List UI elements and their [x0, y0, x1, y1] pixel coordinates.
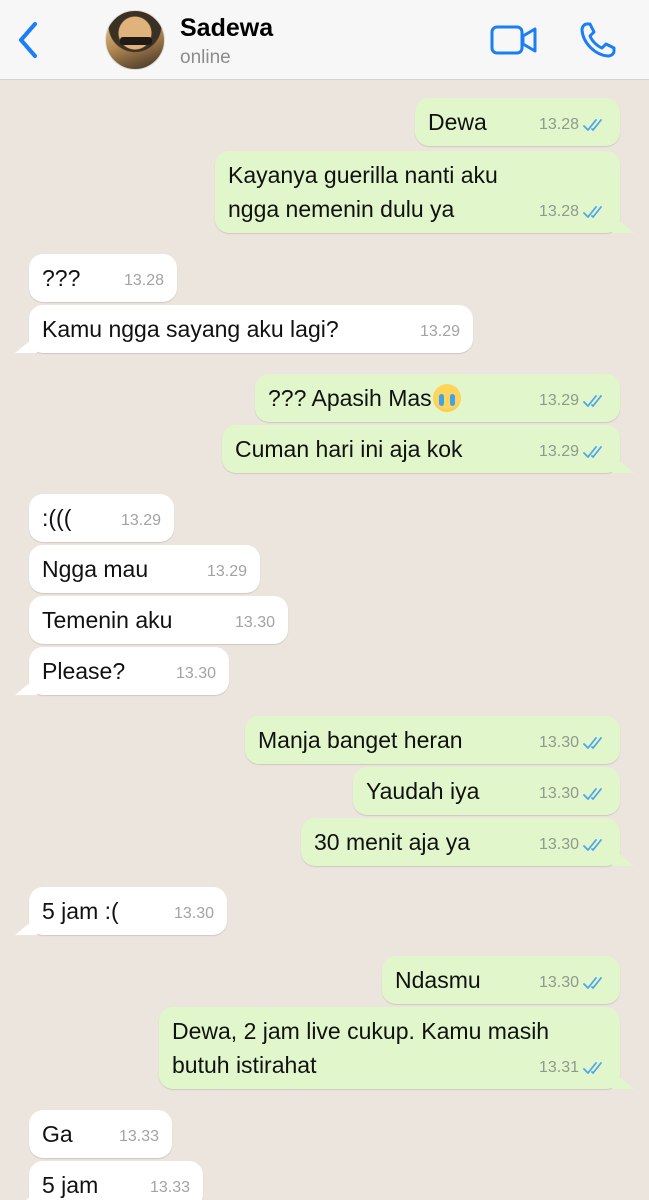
- message-time: 13.29: [206, 563, 247, 580]
- message-bubble-sent[interactable]: Dewa 13.28: [415, 98, 620, 146]
- message-meta: 13.29: [420, 315, 460, 349]
- double-check-icon: [583, 977, 602, 989]
- double-check-icon: [583, 395, 602, 407]
- message-bubble-sent[interactable]: Dewa, 2 jam live cukup. Kamu masih butuh…: [159, 1007, 620, 1089]
- message-meta: 13.29: [207, 555, 247, 589]
- message-text: 5 jam :(: [42, 898, 119, 924]
- message-time: 13.30: [175, 665, 216, 682]
- message-text: ??? Apasih Mas: [268, 385, 432, 411]
- avatar[interactable]: [105, 10, 165, 70]
- message-text: 30 menit aja ya: [314, 829, 470, 855]
- message-bubble-received[interactable]: Ga 13.33: [29, 1110, 172, 1158]
- message-meta: 13.28: [539, 195, 607, 229]
- message-bubble-sent[interactable]: ??? Apasih Mas 13.29: [255, 374, 620, 422]
- contact-status: online: [180, 47, 231, 68]
- message-time: 13.30: [538, 785, 579, 802]
- message-text: Dewa: [428, 109, 487, 135]
- double-check-icon: [583, 119, 602, 131]
- message-time: 13.28: [538, 203, 579, 220]
- message-time: 13.29: [538, 392, 579, 409]
- message-bubble-received[interactable]: Please? 13.30: [29, 647, 229, 695]
- message-time: 13.30: [538, 836, 579, 853]
- phone-icon: [580, 22, 616, 58]
- message-text: Cuman hari ini aja kok: [235, 436, 463, 462]
- message-text: :(((: [42, 505, 72, 531]
- message-time: 13.31: [538, 1059, 579, 1076]
- message-bubble-sent[interactable]: Kayanya guerilla nanti aku ngga nemenin …: [215, 151, 620, 233]
- loudly-crying-face-emoji: [432, 384, 461, 412]
- message-meta: 13.30: [176, 657, 216, 691]
- message-bubble-received[interactable]: :((( 13.29: [29, 494, 174, 542]
- message-time: 13.30: [234, 614, 275, 631]
- message-meta: 13.31: [539, 1051, 607, 1085]
- message-meta: 13.29: [539, 384, 607, 418]
- double-check-icon: [583, 839, 602, 851]
- message-meta: 13.30: [539, 726, 607, 760]
- message-bubble-sent[interactable]: Manja banget heran 13.30: [245, 716, 620, 764]
- video-camera-icon: [490, 25, 537, 55]
- video-call-button[interactable]: [490, 22, 538, 58]
- message-bubble-received[interactable]: 5 jam :( 13.30: [29, 887, 227, 935]
- message-meta: 13.33: [150, 1171, 190, 1200]
- message-meta: 13.33: [119, 1120, 159, 1154]
- message-bubble-sent[interactable]: Yaudah iya 13.30: [353, 767, 620, 815]
- message-text: Manja banget heran: [258, 727, 463, 753]
- message-time: 13.33: [149, 1179, 190, 1196]
- message-bubble-sent[interactable]: Cuman hari ini aja kok 13.29: [222, 425, 620, 473]
- chevron-left-icon: [19, 22, 37, 58]
- message-time: 13.28: [538, 116, 579, 133]
- message-meta: 13.30: [174, 897, 214, 931]
- message-meta: 13.30: [539, 828, 607, 862]
- message-time: 13.33: [118, 1128, 159, 1145]
- double-check-icon: [583, 206, 602, 218]
- message-text: 5 jam: [42, 1172, 99, 1198]
- back-button[interactable]: [10, 18, 46, 62]
- message-time: 13.30: [173, 905, 214, 922]
- message-text: Ngga mau: [42, 556, 149, 582]
- message-text: Ga: [42, 1121, 73, 1147]
- message-meta: 13.28: [539, 108, 607, 142]
- message-bubble-received[interactable]: Kamu ngga sayang aku lagi? 13.29: [29, 305, 473, 353]
- message-meta: 13.30: [235, 606, 275, 640]
- message-time: 13.29: [419, 323, 460, 340]
- message-bubble-received[interactable]: 5 jam 13.33: [29, 1161, 203, 1200]
- message-meta: 13.30: [539, 966, 607, 1000]
- message-bubble-received[interactable]: Temenin aku 13.30: [29, 596, 288, 644]
- message-bubble-sent[interactable]: Ndasmu 13.30: [382, 956, 620, 1004]
- message-text: Yaudah iya: [366, 778, 480, 804]
- message-time: 13.28: [123, 272, 164, 289]
- contact-name[interactable]: Sadewa: [180, 14, 273, 43]
- chat-area[interactable]: Dewa 13.28 Kayanya guerilla nanti aku ng…: [0, 80, 649, 1200]
- double-check-icon: [583, 788, 602, 800]
- double-check-icon: [583, 737, 602, 749]
- message-bubble-received[interactable]: ??? 13.28: [29, 254, 177, 302]
- message-meta: 13.29: [121, 504, 161, 538]
- message-meta: 13.28: [124, 264, 164, 298]
- message-text: Ndasmu: [395, 967, 481, 993]
- message-time: 13.30: [538, 974, 579, 991]
- message-bubble-received[interactable]: Ngga mau 13.29: [29, 545, 260, 593]
- message-time: 13.29: [538, 443, 579, 460]
- message-bubble-sent[interactable]: 30 menit aja ya 13.30: [301, 818, 620, 866]
- message-text: Temenin aku: [42, 607, 173, 633]
- double-check-icon: [583, 1062, 602, 1074]
- voice-call-button[interactable]: [578, 20, 618, 60]
- message-time: 13.30: [538, 734, 579, 751]
- double-check-icon: [583, 446, 602, 458]
- chat-header: Sadewa online: [0, 0, 649, 80]
- message-time: 13.29: [120, 512, 161, 529]
- message-meta: 13.29: [539, 435, 607, 469]
- message-text: Kamu ngga sayang aku lagi?: [42, 316, 339, 342]
- message-text: ???: [42, 265, 81, 291]
- message-meta: 13.30: [539, 777, 607, 811]
- message-text: Please?: [42, 658, 126, 684]
